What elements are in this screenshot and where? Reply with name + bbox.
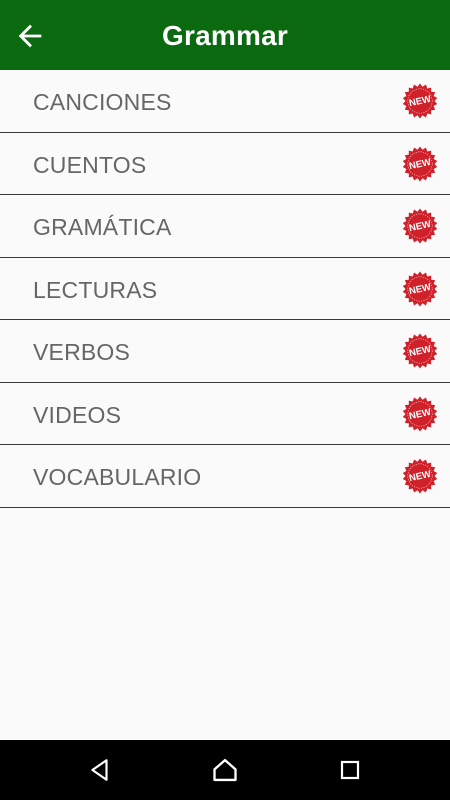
list-item-label: CANCIONES xyxy=(33,89,172,115)
category-list: CANCIONES NEW CUENTOS NEW GRAMÁTICA NEW LECTUR… xyxy=(0,70,450,508)
circle-home-icon xyxy=(213,758,237,782)
list-item[interactable]: VOCABULARIO NEW xyxy=(0,445,450,508)
new-starburst-icon: NEW xyxy=(402,396,438,432)
list-item[interactable]: GRAMÁTICA NEW xyxy=(0,195,450,258)
new-starburst-icon: NEW xyxy=(402,83,438,119)
list-item-label: VOCABULARIO xyxy=(33,464,202,490)
nav-home-button[interactable] xyxy=(203,748,247,792)
list-item-label: VERBOS xyxy=(33,339,131,365)
list-item[interactable]: LECTURAS NEW xyxy=(0,258,450,320)
app-bar: Grammar xyxy=(0,0,450,70)
new-starburst-icon: NEW xyxy=(402,271,438,307)
app-screen: Grammar CANCIONES NEW CUENTOS NEW GRAMÁTICA N… xyxy=(0,0,450,800)
list-item[interactable]: CUENTOS NEW xyxy=(0,133,450,195)
list-item-label: VIDEOS xyxy=(33,401,122,428)
list-item-label: LECTURAS xyxy=(33,276,158,303)
new-starburst-icon: NEW xyxy=(402,458,438,494)
new-starburst-icon: NEW xyxy=(402,333,438,369)
system-nav-bar xyxy=(0,740,450,800)
nav-back-button[interactable] xyxy=(78,748,122,792)
list-item[interactable]: CANCIONES NEW xyxy=(0,70,450,133)
list-item[interactable]: VERBOS NEW xyxy=(0,320,450,383)
square-recents-icon xyxy=(340,760,360,780)
list-item-label: CUENTOS xyxy=(33,151,147,178)
list-item[interactable]: VIDEOS NEW xyxy=(0,383,450,445)
new-starburst-icon: NEW xyxy=(402,146,438,182)
nav-recents-button[interactable] xyxy=(328,748,372,792)
page-title: Grammar xyxy=(162,20,288,51)
list-item-label: GRAMÁTICA xyxy=(33,214,172,240)
triangle-back-icon xyxy=(91,759,108,781)
new-starburst-icon: NEW xyxy=(402,208,438,244)
